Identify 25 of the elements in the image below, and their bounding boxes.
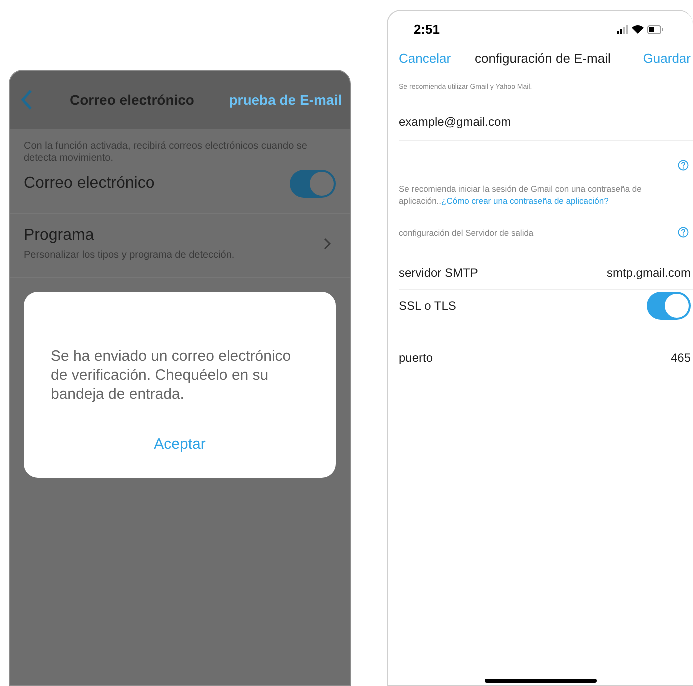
dialog-message: Se ha enviado un correo electrónico de verificación. Chequéelo en su bandeja de entrada. — [51, 347, 292, 404]
help-icon[interactable] — [678, 227, 689, 238]
setting-label: SSL o TLS — [399, 298, 456, 316]
section-heading: configuración del Servidor de salida — [399, 226, 534, 240]
toggle-switch[interactable] — [647, 292, 691, 320]
test-email-link[interactable]: prueba de E-mail — [229, 90, 342, 110]
app-password-note: Se recomienda iniciar la sesión de Gmail con una contraseña de aplicación..¿Cómo crear una contraseña de aplicación? — [398, 182, 643, 206]
how-to-link[interactable]: ¿Cómo crear una contraseña de aplicación? — [442, 196, 609, 206]
setting-label: Programa — [24, 226, 96, 246]
accept-button[interactable]: Aceptar — [146, 430, 214, 460]
help-icon[interactable] — [678, 160, 689, 170]
toggle-switch[interactable] — [290, 170, 336, 198]
setting-label: servidor SMTP — [399, 265, 478, 282]
status-icons — [617, 25, 665, 35]
status-time: 2:51 — [414, 21, 440, 40]
cancel-button[interactable]: Cancelar — [399, 49, 452, 69]
setting-value: smtp.gmail.com — [606, 265, 691, 282]
setting-label: Correo electrónico — [24, 174, 155, 194]
screen-title: Correo electrónico — [70, 90, 194, 110]
screen-title: configuración de E-mail — [475, 50, 611, 68]
setting-label: puerto — [399, 350, 434, 368]
save-button[interactable]: Guardar — [643, 49, 691, 69]
chevron-right-icon[interactable] — [324, 238, 332, 250]
setting-value: 465 — [670, 350, 691, 368]
email-field[interactable]: example@gmail.com — [399, 112, 682, 132]
